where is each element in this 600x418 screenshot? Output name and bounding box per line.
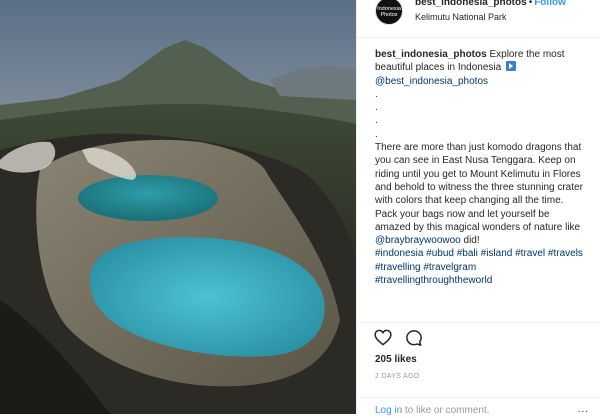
caption-intro: best_indonesia_photos Explore the most b… [375, 48, 587, 75]
follow-button[interactable]: Follow [534, 0, 566, 8]
post-actions: 205 likes 2 DAYS AGO Log in to like or c… [357, 322, 600, 418]
caption-dot: . [375, 115, 378, 127]
mention-account-link[interactable]: @best_indonesia_photos [375, 76, 488, 87]
post-header-user: best_indonesia_photos • Follow [415, 0, 566, 8]
post-photo[interactable] [0, 0, 356, 414]
login-prompt: Log in to like or comment. [375, 405, 490, 416]
caption-username[interactable]: best_indonesia_photos [375, 49, 487, 60]
caption-credit-suffix: did! [460, 235, 480, 247]
login-row: Log in to like or comment. ... [357, 397, 600, 418]
post-side-panel: Indonesia Photos best_indonesia_photos • F… [356, 0, 600, 418]
location-link[interactable]: Kelimutu National Park [415, 12, 507, 22]
username-link[interactable]: best_indonesia_photos [415, 0, 527, 8]
post-header: Indonesia Photos best_indonesia_photos • F… [357, 0, 600, 38]
heart-icon[interactable] [374, 329, 392, 351]
caption-dot: . [375, 102, 378, 114]
likes-count[interactable]: 205 likes [375, 354, 417, 365]
caption-dot: . [375, 128, 378, 140]
hashtag-links[interactable]: #indonesia #ubud #bali #island #travel #… [375, 247, 587, 287]
mention-credit-link[interactable]: @braybraywoowoo [375, 235, 461, 246]
caption-dot: . [375, 88, 378, 100]
login-link[interactable]: Log in [375, 405, 402, 416]
caption-dots: . . . . [375, 88, 587, 141]
caption: best_indonesia_photos Explore the most b… [375, 48, 587, 287]
play-icon [505, 61, 516, 72]
post-timestamp: 2 DAYS AGO [375, 373, 420, 380]
comment-icon[interactable] [405, 329, 423, 352]
caption-body: There are more than just komodo dragons … [375, 142, 583, 233]
login-suffix: to like or comment. [402, 405, 490, 416]
avatar[interactable]: Indonesia Photos [375, 0, 403, 25]
more-icon[interactable]: ... [578, 404, 589, 415]
